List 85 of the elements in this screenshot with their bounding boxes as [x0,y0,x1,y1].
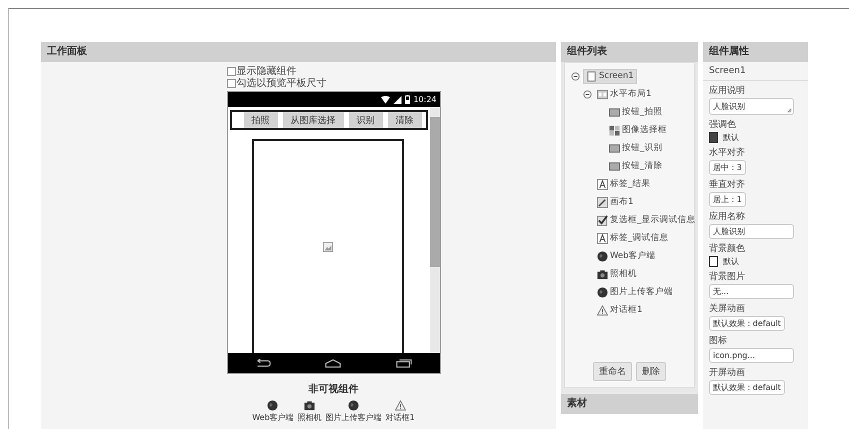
button-icon [609,142,620,154]
recents-icon[interactable] [395,358,414,368]
globe-icon [597,286,608,298]
image-icon [322,242,332,252]
globe-icon [348,400,360,411]
tree-item[interactable]: 图片上传客户端 [595,285,675,299]
tree-item[interactable]: Web客户端 [595,249,658,263]
choice-field[interactable]: 默认效果 : default [709,380,785,395]
button-icon [609,160,620,172]
property-label: 开屏动画 [709,368,745,379]
panel-header: 组件列表 [561,42,698,62]
tree-item[interactable]: 水平布局1 [595,87,654,101]
tree-item[interactable]: 标签_调试信息 [595,231,670,245]
tree-item[interactable]: 按钮_拍照 [607,105,664,119]
component-label: 对话框1 [386,412,415,423]
home-icon[interactable] [324,358,342,368]
checkbox-label: 显示隐藏组件 [236,64,296,78]
action-button[interactable]: 删除 [636,362,666,381]
component-name: Screen1 [703,62,808,81]
layout-icon [597,88,608,100]
property-label: 应用说明 [709,86,745,97]
color-swatch[interactable] [709,132,718,143]
property-label: 强调色 [709,120,736,131]
tree-item[interactable]: 标签_结果 [595,177,652,191]
input-field[interactable]: 无... [709,284,794,299]
tree-item[interactable]: 复选框_显示调试信息 [595,213,698,227]
signal-icon [393,96,402,104]
property-label: 垂直对齐 [709,180,745,191]
checkbox-label: 勾选以预览平板尺寸 [236,76,326,90]
component-label: 照相机 [298,412,322,423]
color-value: 默认 [723,132,739,143]
resize-grip-icon[interactable] [787,108,792,113]
panel-header: 组件属性 [703,42,808,62]
label-icon [597,232,608,244]
phone-button[interactable]: 拍照 [244,112,278,128]
image-picker-icon [609,124,620,136]
text-area[interactable]: 人脸识别 [709,98,794,115]
input-field[interactable]: icon.png... [709,348,794,363]
section-title: 非可视组件 [308,382,358,396]
camera-icon [304,400,316,411]
component-label: Web客户端 [252,412,294,423]
tree-item[interactable]: 图像选择框 [607,123,669,137]
choice-field[interactable]: 默认效果 : default [709,316,785,331]
panel-header: 工作面板 [41,42,556,62]
choice-field[interactable]: 居中 : 3 [709,160,746,175]
globe-icon [267,400,278,411]
action-button[interactable]: 重命名 [593,362,632,381]
tree-item[interactable]: 对话框1 [595,303,644,317]
battery-icon [405,95,410,104]
property-label: 应用名称 [709,212,745,223]
property-label: 背景颜色 [709,244,745,255]
wifi-icon [381,96,390,104]
phone-button[interactable]: 识别 [348,112,382,128]
tree-item[interactable]: Screen1 [583,68,637,84]
phone-button[interactable]: 从图库选择 [282,112,344,128]
status-time: 10:24 [413,95,436,104]
property-label: 关屏动画 [709,304,745,315]
choice-field[interactable]: 居上 : 1 [709,192,746,207]
input-field[interactable]: 人脸识别 [709,224,794,239]
camera-icon [597,268,608,280]
property-label: 图标 [709,336,727,347]
warning-icon [394,400,406,411]
checkbox[interactable] [226,66,236,76]
tree-item[interactable]: 画布1 [595,195,636,209]
canvas-icon [597,196,608,208]
scrollbar[interactable] [430,107,440,353]
label-icon [597,178,608,190]
color-value: 默认 [723,256,739,267]
component-label: 图片上传客户端 [326,412,382,423]
warning-icon [597,304,608,316]
button-icon [609,106,620,118]
tree-item[interactable]: 按钮_识别 [607,141,664,155]
globe-icon [597,250,608,262]
tree-item[interactable]: 照相机 [595,267,639,281]
checkbox[interactable] [226,78,236,88]
screen-icon [586,70,597,82]
phone-button[interactable]: 清除 [388,112,422,128]
color-swatch[interactable] [709,256,718,267]
checkbox-icon [597,214,608,226]
tree-item[interactable]: 按钮_清除 [607,159,664,173]
collapse-icon[interactable] [571,72,580,80]
property-label: 水平对齐 [709,148,745,159]
property-label: 背景图片 [709,272,745,283]
collapse-icon[interactable] [583,90,592,98]
panel-header: 素材 [561,394,698,414]
